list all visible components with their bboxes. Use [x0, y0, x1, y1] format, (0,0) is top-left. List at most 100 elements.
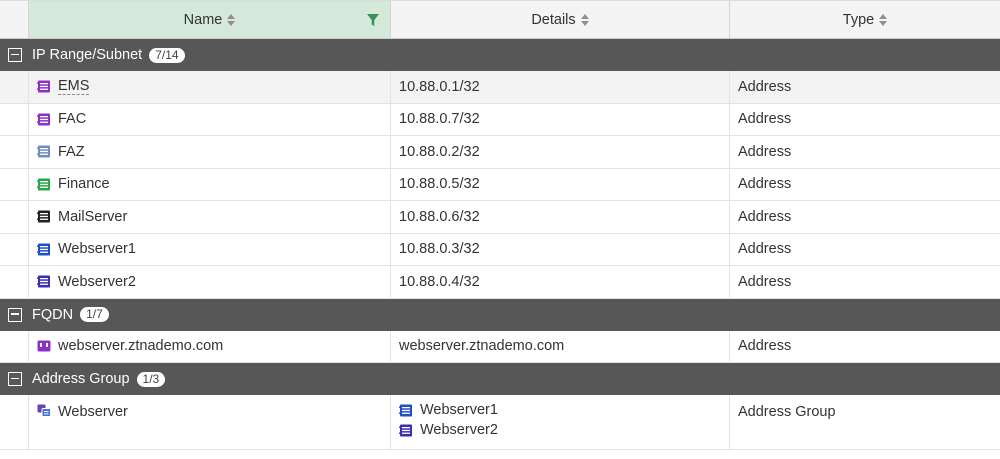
header-gutter	[0, 1, 29, 38]
table-row[interactable]: Webserver2 10.88.0.4/32 Address	[0, 266, 1000, 299]
row-details: 10.88.0.4/32	[399, 273, 480, 290]
column-header-name[interactable]: Name	[29, 1, 391, 38]
collapse-toggle-icon[interactable]	[8, 307, 22, 322]
column-header-type-label: Type	[842, 11, 875, 28]
row-gutter	[0, 266, 29, 298]
cell-name: FAZ	[29, 136, 391, 168]
address-icon	[37, 210, 50, 223]
column-header-details-label: Details	[531, 11, 576, 28]
cell-details: webserver.ztnademo.com	[391, 330, 730, 362]
row-type: Address	[738, 338, 792, 355]
cell-type: Address	[730, 104, 1000, 136]
group-count-badge: 1/3	[136, 371, 166, 387]
row-name[interactable]: webserver.ztnademo.com	[58, 338, 223, 354]
sort-icon[interactable]	[879, 13, 888, 26]
cell-type: Address	[730, 136, 1000, 168]
column-header-details[interactable]: Details	[391, 1, 730, 38]
row-details: 10.88.0.6/32	[399, 208, 480, 225]
address-icon	[37, 243, 50, 256]
cell-type: Address	[730, 71, 1000, 103]
row-type: Address	[738, 241, 792, 258]
row-gutter	[0, 201, 29, 233]
cell-details: 10.88.0.3/32	[391, 233, 730, 265]
address-icon	[37, 80, 50, 93]
member-name: Webserver2	[420, 422, 498, 438]
row-gutter	[0, 330, 29, 362]
cell-name: Webserver2	[29, 266, 391, 298]
cell-details: 10.88.0.4/32	[391, 266, 730, 298]
fqdn-icon	[37, 340, 51, 352]
row-type: Address	[738, 208, 792, 225]
table-row[interactable]: FAC 10.88.0.7/32 Address	[0, 103, 1000, 136]
row-type: Address	[738, 111, 792, 128]
group-header: Address Group 1/3	[0, 363, 1000, 395]
row-type: Address	[738, 143, 792, 160]
row-gutter	[0, 233, 29, 265]
cell-name: Finance	[29, 168, 391, 200]
row-details: 10.88.0.3/32	[399, 241, 480, 258]
cell-type: Address Group	[730, 395, 1000, 449]
row-gutter	[0, 103, 29, 135]
address-icon	[399, 404, 412, 416]
address-icon	[37, 178, 50, 191]
address-icon	[37, 113, 50, 126]
table-body: IP Range/Subnet 7/14 EMS 10.88.0.1/32 Addres…	[0, 39, 1000, 450]
table-row[interactable]: FAZ 10.88.0.2/32 Address	[0, 136, 1000, 169]
cell-type: Address	[730, 266, 1000, 298]
address-icon	[399, 424, 412, 436]
row-type: Address	[738, 273, 792, 290]
row-gutter	[0, 395, 29, 449]
group-count-badge: 1/7	[80, 307, 109, 322]
collapse-toggle-icon[interactable]	[8, 372, 22, 386]
table-row[interactable]: Webserver Webserver1 Webserver2 Address Gro…	[0, 395, 1000, 450]
table-row[interactable]: EMS 10.88.0.1/32 Address	[0, 71, 1000, 104]
cell-type: Address	[730, 169, 1000, 201]
row-details: 10.88.0.5/32	[399, 176, 480, 193]
sort-icon[interactable]	[227, 13, 236, 26]
row-details: webserver.ztnademo.com	[399, 338, 565, 355]
row-name[interactable]: Finance	[58, 176, 110, 192]
group-count-badge: 7/14	[149, 47, 185, 63]
member-name: Webserver1	[420, 402, 498, 418]
row-details: 10.88.0.1/32	[399, 78, 480, 95]
row-name[interactable]: FAC	[58, 111, 86, 127]
row-gutter	[0, 71, 29, 103]
cell-name: Webserver	[29, 395, 391, 449]
group-member[interactable]: Webserver2	[399, 422, 498, 438]
cell-name: EMS	[29, 71, 391, 103]
filter-icon[interactable]	[366, 13, 380, 27]
table-row[interactable]: Webserver1 10.88.0.3/32 Address	[0, 233, 1000, 266]
table-row[interactable]: MailServer 10.88.0.6/32 Address	[0, 201, 1000, 234]
cell-details: 10.88.0.1/32	[391, 71, 730, 103]
collapse-toggle-icon[interactable]	[8, 48, 22, 62]
row-type: Address Group	[738, 404, 836, 420]
row-name[interactable]: Webserver2	[58, 274, 136, 290]
table-header: Name Details Type	[0, 0, 1000, 39]
row-details: 10.88.0.7/32	[399, 111, 480, 128]
row-type: Address	[738, 176, 792, 193]
row-name[interactable]: FAZ	[58, 144, 85, 160]
row-name[interactable]: EMS	[58, 78, 90, 96]
table-row[interactable]: Finance 10.88.0.5/32 Address	[0, 168, 1000, 201]
column-header-type[interactable]: Type	[730, 1, 1000, 38]
cell-details: 10.88.0.6/32	[391, 201, 730, 233]
table-row[interactable]: webserver.ztnademo.com webserver.ztnademo…	[0, 330, 1000, 363]
row-name[interactable]: Webserver	[58, 404, 128, 420]
cell-name: webserver.ztnademo.com	[29, 330, 391, 362]
row-name[interactable]: MailServer	[58, 209, 127, 225]
row-name[interactable]: Webserver1	[58, 241, 136, 257]
group-header: IP Range/Subnet 7/14	[0, 39, 1000, 71]
address-icon	[37, 275, 50, 288]
cell-type: Address	[730, 201, 1000, 233]
address-group-icon	[37, 404, 51, 417]
cell-details: 10.88.0.2/32	[391, 136, 730, 168]
group-member[interactable]: Webserver1	[399, 402, 498, 418]
group-header: FQDN 1/7	[0, 298, 1000, 331]
cell-name: MailServer	[29, 201, 391, 233]
sort-icon[interactable]	[580, 13, 589, 26]
cell-details: 10.88.0.5/32	[391, 168, 730, 200]
cell-name: FAC	[29, 103, 391, 135]
address-table: Name Details Type IP Range/Subnet 7/14 EMS…	[0, 0, 1000, 450]
column-header-name-label: Name	[183, 11, 223, 28]
row-gutter	[0, 168, 29, 200]
